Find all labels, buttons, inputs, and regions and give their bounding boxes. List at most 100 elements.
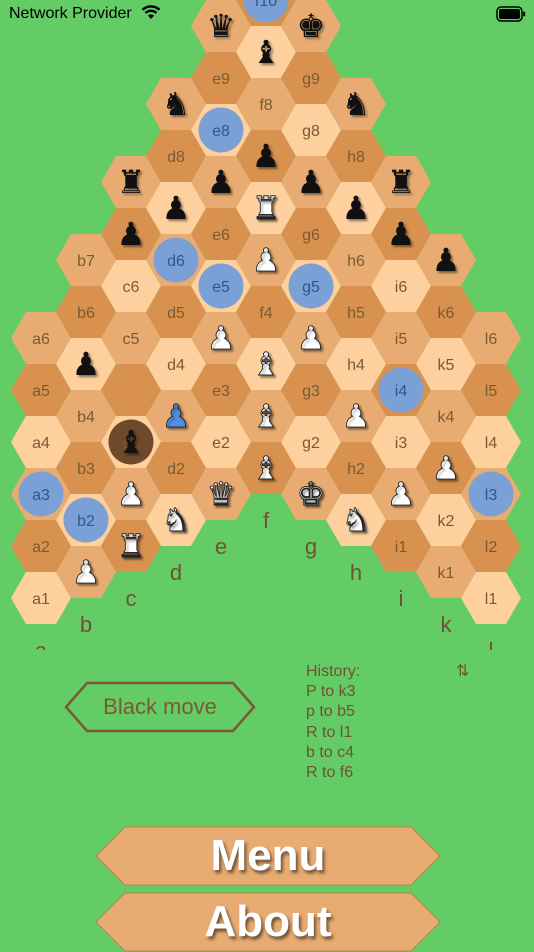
white-knight-d1[interactable]: ♞ (161, 501, 191, 540)
white-pawn-i2[interactable]: ♟ (386, 475, 416, 514)
cell-label: f10 (255, 0, 277, 10)
black-pawn-c7[interactable]: ♟ (117, 215, 146, 253)
cell-label: a1 (32, 591, 50, 608)
cell-label: d6 (167, 253, 185, 270)
cell-label: i4 (395, 383, 408, 400)
cell-label: a6 (32, 331, 50, 348)
white-king-g1[interactable]: ♚ (296, 475, 326, 514)
cell-label: c6 (123, 279, 140, 296)
black-pawn-b5[interactable]: ♟ (72, 345, 101, 383)
cell-label: a3 (32, 487, 50, 504)
cell-label: f4 (259, 305, 272, 322)
black-bishop-c3[interactable]: ♝ (117, 423, 146, 461)
cell-label: b3 (77, 461, 95, 478)
history-title: History: (306, 663, 361, 680)
white-pawn-h3[interactable]: ♟ (341, 397, 371, 436)
menu-label: Menu (210, 831, 326, 880)
cell-label: l2 (485, 539, 498, 556)
sort-icon[interactable]: ⇅ (456, 662, 469, 682)
black-rook-c8[interactable]: ♜ (117, 163, 146, 201)
cell-label: k5 (438, 357, 455, 374)
move-history: History: ⇅ P to k3 p to b5 R to l1 b to … (306, 662, 476, 783)
cell-label: d8 (167, 149, 185, 166)
file-label-b: b (80, 612, 92, 637)
white-pawn-k3[interactable]: ♟ (431, 449, 461, 488)
cell-label: d2 (167, 461, 185, 478)
cell-label: k2 (438, 513, 455, 530)
black-queen-e10[interactable]: ♛ (207, 7, 236, 45)
cell-label: e3 (212, 383, 230, 400)
black-pawn-d7[interactable]: ♟ (162, 189, 191, 227)
about-button[interactable]: About (95, 892, 441, 952)
cell-label: i6 (395, 279, 408, 296)
cell-label: e6 (212, 227, 230, 244)
cell-label: l6 (485, 331, 498, 348)
cell-label: e2 (212, 435, 230, 452)
black-pawn-g7[interactable]: ♟ (297, 163, 326, 201)
file-label-i: i (399, 586, 404, 611)
cell-label: h6 (347, 253, 365, 270)
cell-label: g9 (302, 71, 320, 88)
cell-label: k1 (438, 565, 455, 582)
cell-label: h5 (347, 305, 365, 322)
cell-label: g5 (302, 279, 320, 296)
file-label-e: e (215, 534, 227, 559)
menu-button[interactable]: Menu (95, 826, 441, 886)
white-rook-f6[interactable]: ♜ (251, 189, 281, 228)
white-bishop-f3[interactable]: ♝ (251, 345, 281, 384)
cell-label: i1 (395, 539, 408, 556)
black-pawn-f7[interactable]: ♟ (252, 137, 281, 175)
cell-label: h2 (347, 461, 365, 478)
cell-label: g8 (302, 123, 320, 140)
turn-label: Black move (103, 694, 217, 719)
white-bishop-f2[interactable]: ♝ (251, 397, 281, 436)
cell-label: e8 (212, 123, 230, 140)
black-knight-h9[interactable]: ♞ (342, 85, 371, 123)
file-label-f: f (263, 508, 270, 533)
hex-chess-board[interactable]: a1a2a3a4a5a6b2b3b4b6b7c3c5c6d2d4d5d6d8e2… (0, 0, 534, 650)
black-pawn-k7[interactable]: ♟ (432, 241, 461, 279)
white-pawn-g4[interactable]: ♟ (296, 319, 326, 358)
cell-label: g6 (302, 227, 320, 244)
white-rook-c1[interactable]: ♜ (116, 527, 146, 566)
white-pawn-b1[interactable]: ♟ (71, 553, 101, 592)
black-bishop-f9[interactable]: ♝ (252, 33, 281, 71)
white-bishop-f1[interactable]: ♝ (251, 449, 281, 488)
cell-label: h8 (347, 149, 365, 166)
blue-pawn-d3[interactable]: ♟ (161, 397, 191, 436)
history-move: R to f6 (306, 764, 354, 782)
cell-label: c5 (123, 331, 140, 348)
cell-label: b2 (77, 513, 95, 530)
file-label-c: c (126, 586, 137, 611)
cell-label: f8 (259, 97, 272, 114)
black-king-g10[interactable]: ♚ (297, 7, 326, 45)
cell-label: a2 (32, 539, 50, 556)
cell-label: g3 (302, 383, 320, 400)
cell-label: d5 (167, 305, 185, 322)
white-pawn-e4[interactable]: ♟ (206, 319, 236, 358)
cell-label: b7 (77, 253, 95, 270)
cell-label: l1 (485, 591, 498, 608)
file-label-k: k (441, 612, 453, 637)
file-label-d: d (170, 560, 182, 585)
black-rook-i8[interactable]: ♜ (387, 163, 416, 201)
white-queen-e1[interactable]: ♛ (206, 475, 236, 514)
cell-label: a4 (32, 435, 50, 452)
cell-label: e5 (212, 279, 230, 296)
history-move: p to b5 (306, 703, 355, 721)
cell-label: b6 (77, 305, 95, 322)
cell-label: k4 (438, 409, 455, 426)
white-pawn-c2[interactable]: ♟ (116, 475, 146, 514)
file-label-a: a (35, 638, 48, 650)
cell-label: d4 (167, 357, 185, 374)
file-label-g: g (305, 534, 317, 559)
black-pawn-h7[interactable]: ♟ (342, 189, 371, 227)
black-pawn-e7[interactable]: ♟ (207, 163, 236, 201)
white-knight-h1[interactable]: ♞ (341, 501, 371, 540)
cell-label: k6 (438, 305, 455, 322)
cell-label: e9 (212, 71, 230, 88)
about-label: About (204, 897, 332, 946)
white-pawn-f5[interactable]: ♟ (251, 241, 281, 280)
black-pawn-i7[interactable]: ♟ (387, 215, 416, 253)
black-knight-d9[interactable]: ♞ (162, 85, 191, 123)
